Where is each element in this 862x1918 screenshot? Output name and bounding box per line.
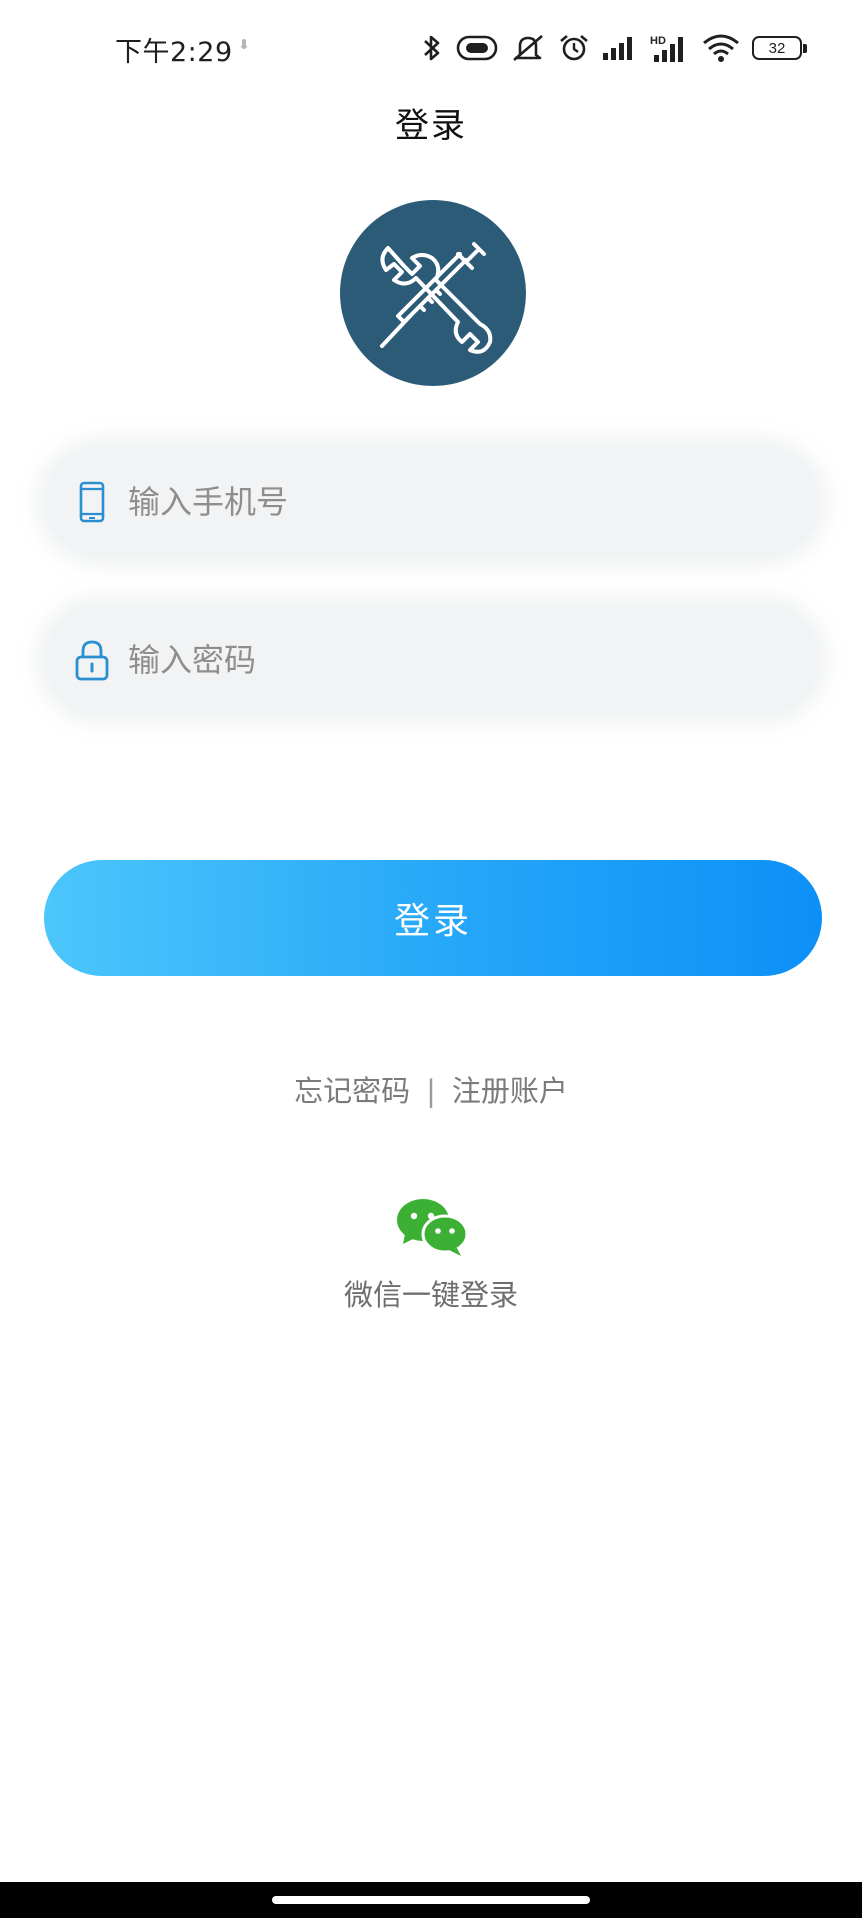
page-title: 登录 [395,106,467,146]
status-bar: 下午2:29 HD 32 [0,0,862,96]
hd-signal-icon: HD [650,35,683,62]
lock-icon [75,640,109,681]
login-button[interactable]: 登录 [44,860,822,976]
signal-icon [603,37,632,60]
password-input[interactable] [128,604,788,716]
wechat-icon[interactable] [395,1196,471,1258]
bluetooth-icon [424,35,440,61]
phone-input[interactable] [128,446,788,558]
forgot-password-link[interactable]: 忘记密码 [294,1074,410,1108]
battery-level: 32 [768,39,786,57]
link-separator: | [426,1074,436,1108]
status-icons: HD 32 [420,30,807,66]
status-time: 下午2:29 [115,37,233,68]
wrench-syringe-icon [380,242,493,354]
mobile-phone-icon [79,481,105,523]
battery-icon: 32 [752,36,807,60]
app-logo [340,200,526,386]
alarm-icon [560,35,588,61]
phone-field[interactable] [44,446,820,558]
wifi-icon [703,34,739,62]
mute-icon [513,35,543,61]
wechat-login-label[interactable]: 微信一键登录 [0,1272,862,1314]
hd-label: HD [650,35,666,47]
account-links: 忘记密码 | 注册账户 [0,1068,862,1110]
nfc-icon [456,35,498,61]
home-indicator[interactable] [272,1896,590,1904]
register-link[interactable]: 注册账户 [452,1074,568,1108]
system-nav-bar [0,1882,862,1918]
password-field[interactable] [44,604,820,716]
mic-indicator-icon [240,39,248,49]
